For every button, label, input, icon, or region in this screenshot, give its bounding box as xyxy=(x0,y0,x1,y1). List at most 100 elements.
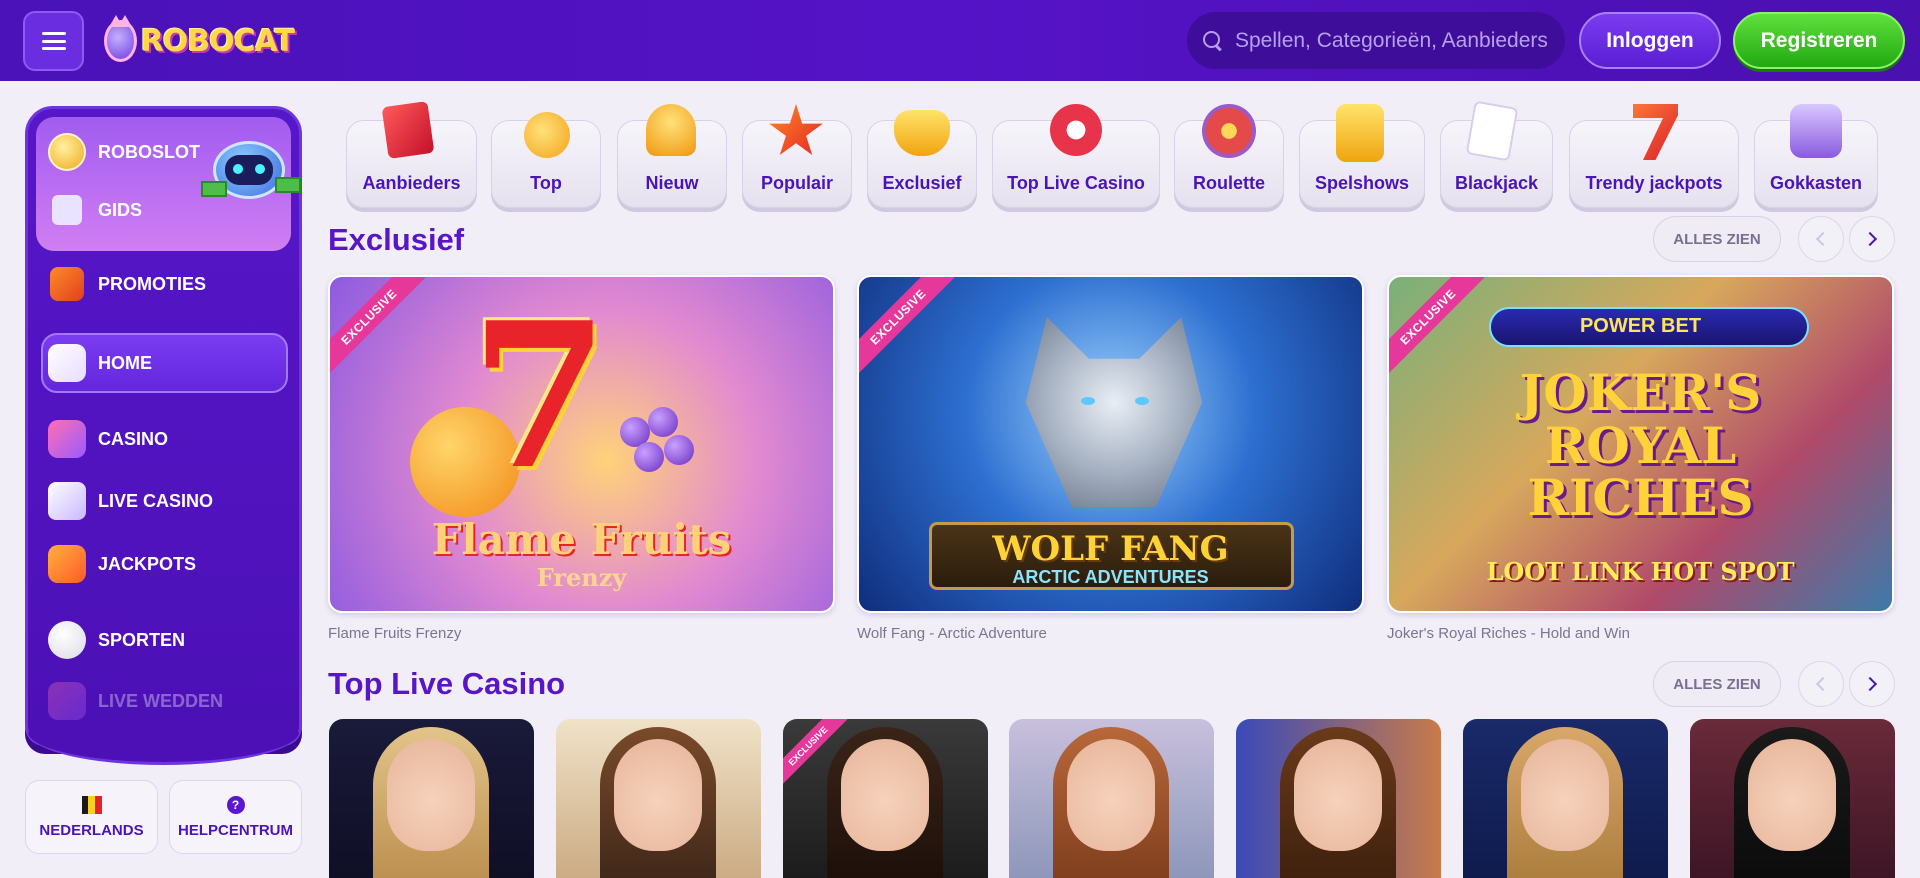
category-label: Top Live Casino xyxy=(1007,173,1145,193)
sidebar-item-label: SPORTEN xyxy=(98,629,186,650)
sidebar-item-label: ROBOSLOT xyxy=(98,141,200,162)
language-label: NEDERLANDS xyxy=(39,821,144,839)
register-button[interactable]: Registreren xyxy=(1733,12,1905,69)
game-art-title: WOLF FANG xyxy=(992,529,1229,569)
sidebar-item-label: LIVE CASINO xyxy=(98,490,214,511)
category-label: Top xyxy=(530,173,562,193)
home-icon xyxy=(48,344,86,382)
game-art-subtitle: Frenzy xyxy=(536,563,627,592)
game-card[interactable]: 7 Flame Fruits Frenzy EXCLUSIVE xyxy=(328,275,835,613)
game-card[interactable]: WOLF FANG ARCTIC ADVENTURES EXCLUSIVE xyxy=(857,275,1364,613)
category-label: Aanbieders xyxy=(362,173,461,193)
search-box[interactable] xyxy=(1187,12,1565,69)
category-trendy-jackpots[interactable]: Trendy jackpots xyxy=(1569,120,1739,208)
section-title-exclusive: Exclusief xyxy=(328,222,465,257)
sidebar-item-label: JACKPOTS xyxy=(98,553,197,574)
gem-icon xyxy=(894,110,950,156)
chevron-right-icon xyxy=(1862,676,1878,692)
chevron-left-icon xyxy=(1815,676,1831,692)
live-table-card[interactable] xyxy=(1009,719,1214,878)
sidebar-item-label: LIVE WEDDEN xyxy=(98,690,224,711)
game-card[interactable]: POWER BET JOKER'S ROYAL RICHES LOOT LINK… xyxy=(1387,275,1894,613)
menu-button[interactable] xyxy=(23,11,84,71)
game-name[interactable]: Joker's Royal Riches - Hold and Win xyxy=(1387,625,1630,642)
live-table-card[interactable] xyxy=(329,719,534,878)
slot-machine-icon xyxy=(48,420,86,458)
game-name[interactable]: Flame Fruits Frenzy xyxy=(328,625,461,642)
sidebar-item-roboslot[interactable]: ROBOSLOT xyxy=(48,133,200,171)
belgium-flag-icon xyxy=(81,795,102,814)
chip-icon xyxy=(1050,104,1102,156)
search-icon xyxy=(1203,30,1223,51)
search-input[interactable] xyxy=(1235,28,1555,53)
category-label: Blackjack xyxy=(1454,173,1539,193)
football-icon xyxy=(48,621,86,659)
category-label: Populair xyxy=(760,173,833,193)
top-header: ROBOCAT Inloggen Registreren xyxy=(0,0,1920,81)
chevron-left-icon xyxy=(1815,231,1831,247)
live-betting-icon xyxy=(48,682,86,720)
game-art-title: JOKER'S ROYAL RICHES xyxy=(1519,363,1762,527)
gift-icon xyxy=(50,267,84,301)
game-art-title: Flame Fruits xyxy=(431,515,732,564)
carousel-next-button[interactable] xyxy=(1849,661,1895,707)
sidebar-item-live-wedden[interactable]: LIVE WEDDEN xyxy=(48,682,223,720)
robocat-logo[interactable]: ROBOCAT xyxy=(104,12,295,70)
roulette-icon xyxy=(1202,104,1256,158)
game-name[interactable]: Wolf Fang - Arctic Adventure xyxy=(857,625,1047,642)
sidebar-item-live-casino[interactable]: LIVE CASINO xyxy=(48,482,213,520)
sidebar-item-label: CASINO xyxy=(98,428,169,449)
sidebar-item-jackpots[interactable]: JACKPOTS xyxy=(48,545,196,583)
logo-text: ROBOCAT xyxy=(140,23,295,59)
carousel-next-button[interactable] xyxy=(1849,216,1895,262)
map-icon xyxy=(52,195,82,225)
category-label: Nieuw xyxy=(645,173,699,193)
lucky-seven-icon xyxy=(48,545,86,583)
login-button[interactable]: Inloggen xyxy=(1579,12,1721,69)
slot-777-icon xyxy=(1790,104,1842,158)
cards-icon xyxy=(48,482,86,520)
exclusive-badge: EXCLUSIVE xyxy=(330,277,431,379)
live-table-card[interactable] xyxy=(1463,719,1668,878)
sidebar-item-label: HOME xyxy=(98,352,152,373)
carousel-prev-button[interactable] xyxy=(1798,216,1844,262)
sidebar-item-sporten[interactable]: SPORTEN xyxy=(48,621,185,659)
category-label: Gokkasten xyxy=(1769,173,1863,193)
medal-icon xyxy=(524,112,570,158)
sidebar: ROBOSLOT GIDS PROMOTIES HOME CASINO LIVE… xyxy=(25,106,302,765)
art-seven: 7 xyxy=(470,279,610,514)
category-label: Roulette xyxy=(1193,173,1265,193)
game-art-subtitle: LOOT LINK HOT SPOT xyxy=(1486,557,1795,586)
carousel-prev-button[interactable] xyxy=(1798,661,1844,707)
sidebar-item-gids[interactable]: GIDS xyxy=(48,195,142,225)
section-title-live-casino: Top Live Casino xyxy=(328,666,566,701)
category-label: Exclusief xyxy=(882,173,962,193)
sidebar-item-promoties[interactable]: PROMOTIES xyxy=(48,267,206,301)
live-table-card[interactable] xyxy=(1236,719,1441,878)
wolf-art xyxy=(1025,317,1203,507)
coin-icon xyxy=(48,133,86,171)
category-label: Spelshows xyxy=(1314,173,1410,193)
live-table-card[interactable] xyxy=(1690,719,1895,878)
game-art-label: POWER BET xyxy=(1579,315,1702,337)
game-art-subtitle: ARCTIC ADVENTURES xyxy=(1012,567,1209,587)
sidebar-item-label: GIDS xyxy=(98,199,143,220)
live-table-card[interactable] xyxy=(556,719,761,878)
live-table-card[interactable]: EXCLUSIVE xyxy=(783,719,988,878)
see-all-button[interactable]: ALLES ZIEN xyxy=(1653,216,1781,262)
sidebar-item-home[interactable]: HOME xyxy=(48,344,152,382)
game-show-icon xyxy=(1336,104,1384,162)
sidebar-item-casino[interactable]: CASINO xyxy=(48,420,168,458)
robocat-mascot-icon xyxy=(104,15,137,62)
playing-cards-icon xyxy=(1465,100,1519,162)
category-label: Trendy jackpots xyxy=(1585,173,1723,193)
hamburger-icon xyxy=(41,32,66,50)
see-all-button[interactable]: ALLES ZIEN xyxy=(1653,661,1781,707)
help-center-button[interactable]: ? HELPCENTRUM xyxy=(169,780,302,854)
language-button[interactable]: NEDERLANDS xyxy=(25,780,158,854)
exclusive-badge: EXCLUSIVE xyxy=(859,277,960,379)
help-icon: ? xyxy=(226,795,245,814)
chevron-right-icon xyxy=(1862,231,1878,247)
sidebar-item-label: PROMOTIES xyxy=(98,273,207,294)
help-label: HELPCENTRUM xyxy=(178,821,293,839)
